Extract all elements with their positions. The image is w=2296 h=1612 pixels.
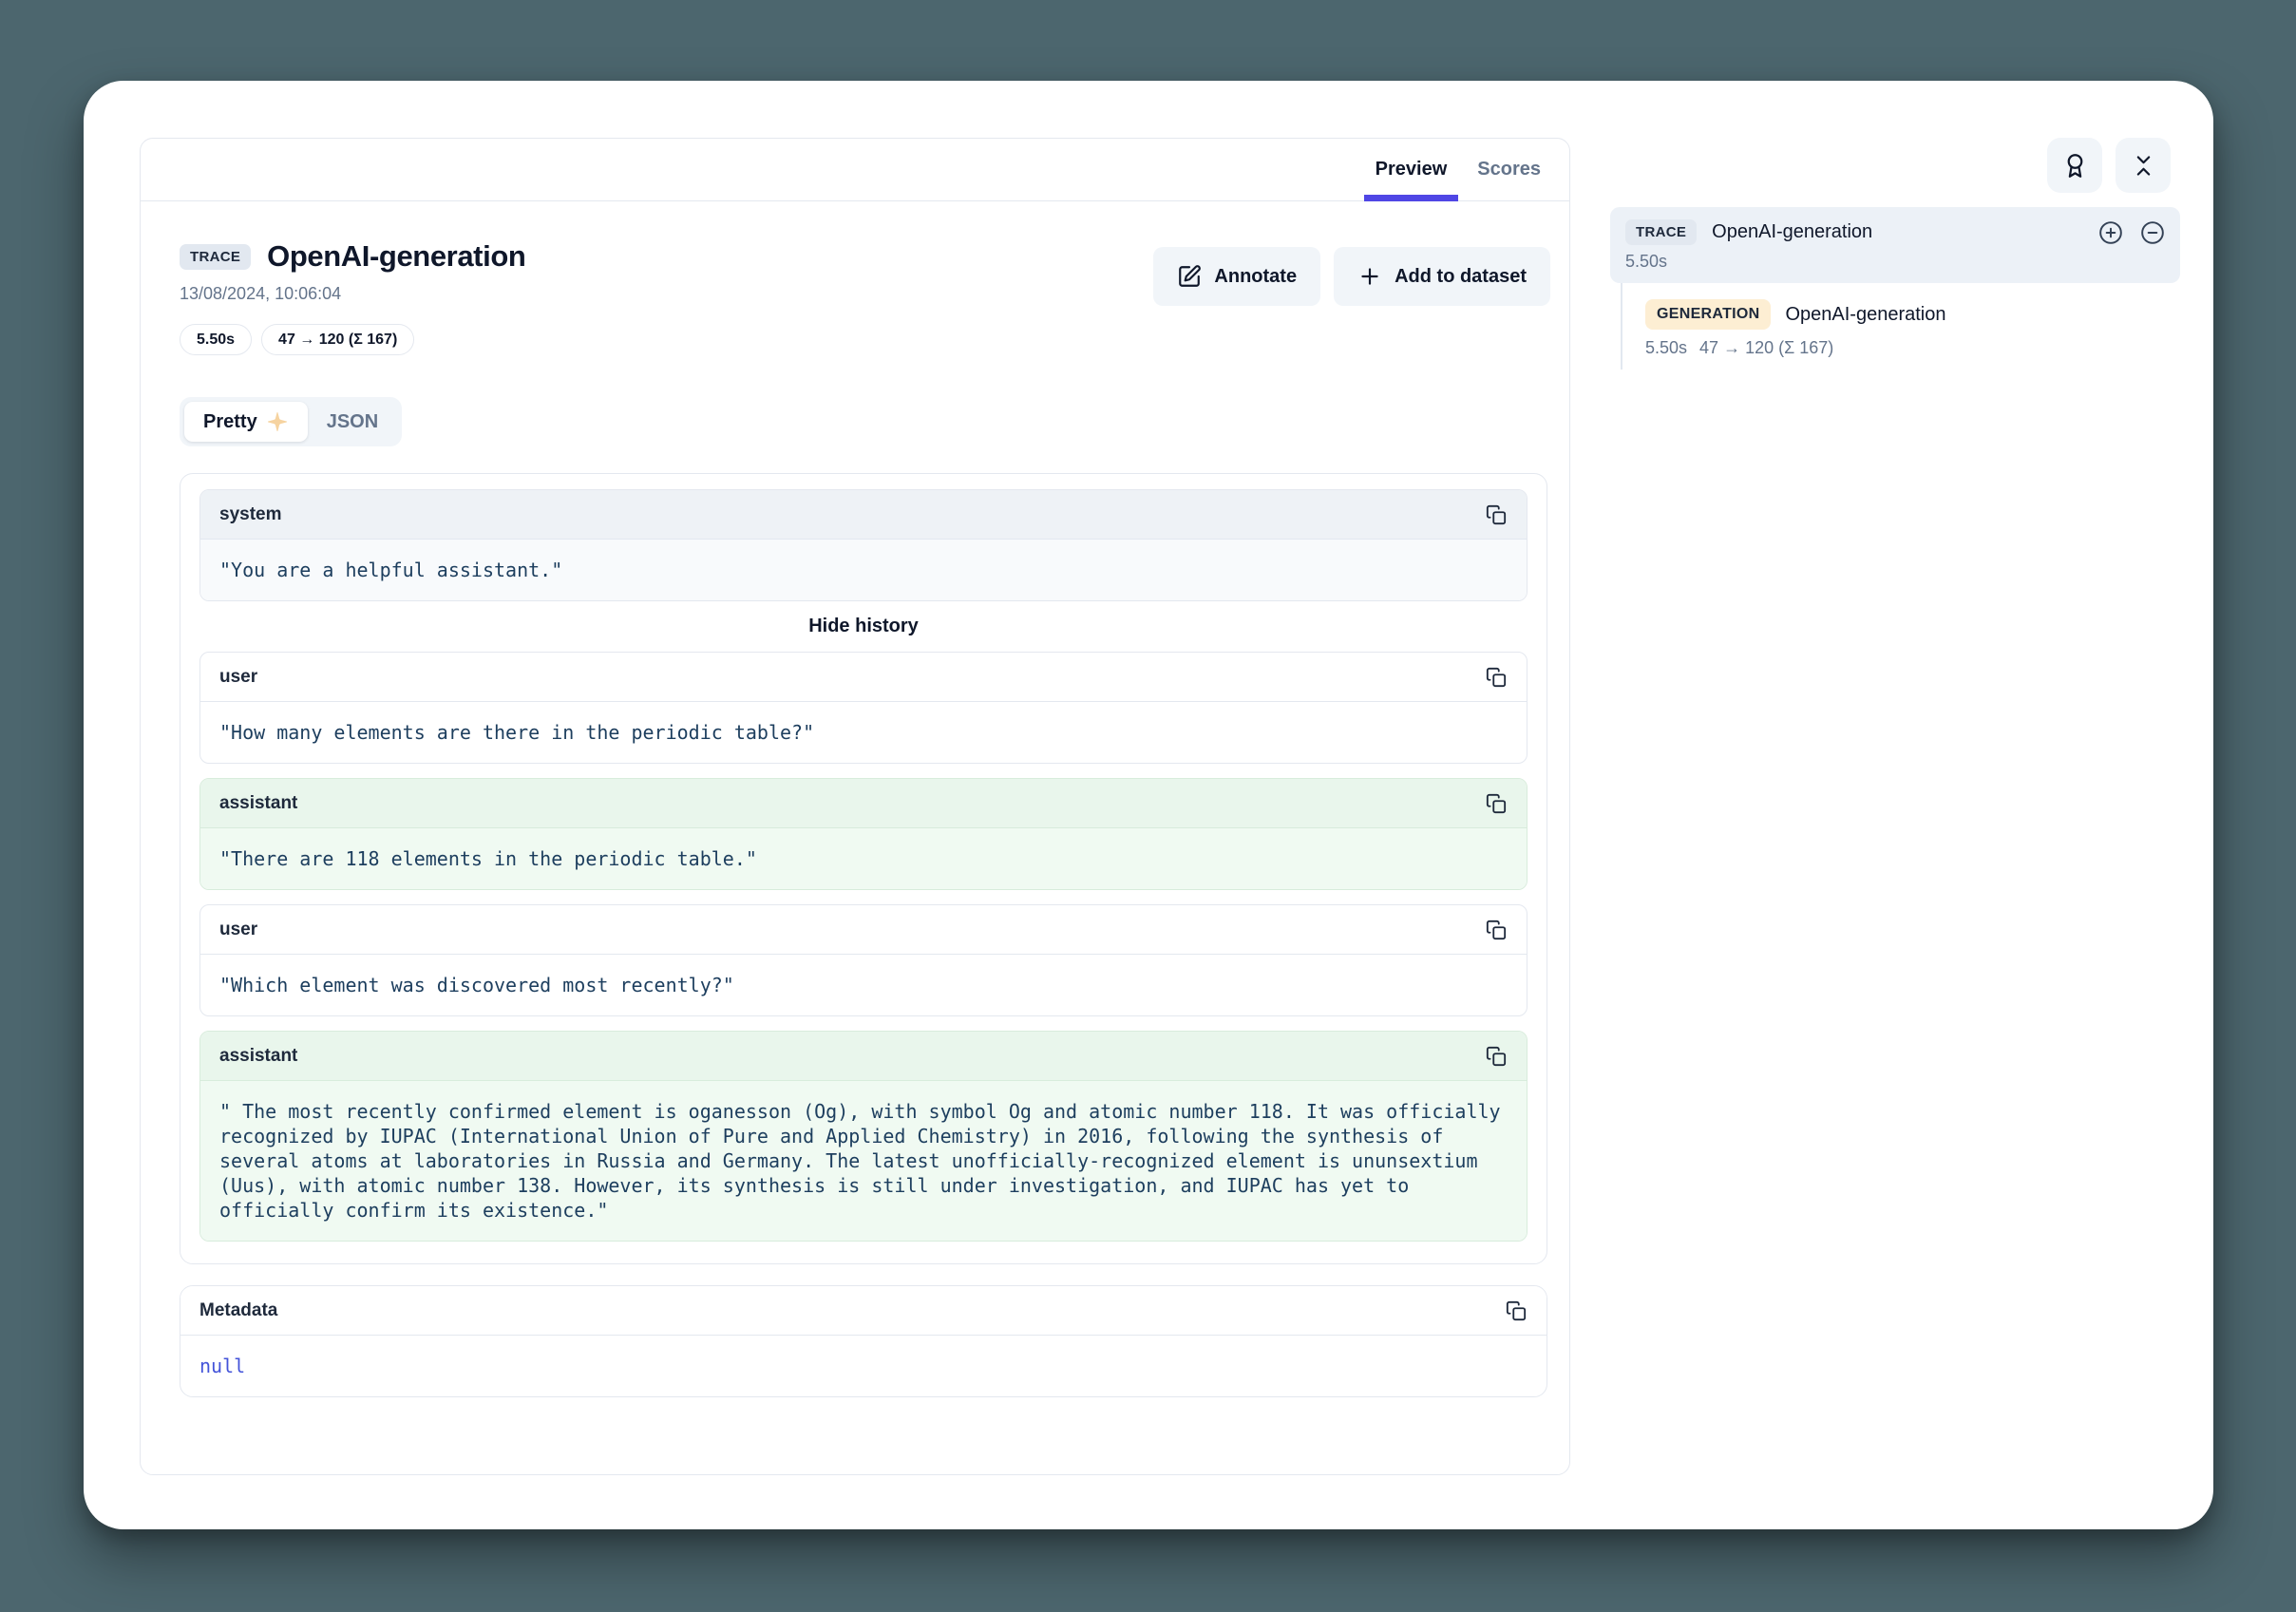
message-content: " The most recently confirmed element is… (200, 1081, 1527, 1241)
generation-type-badge: GENERATION (1645, 299, 1771, 330)
app-window: Preview Scores TRACE OpenAI-generation 1… (84, 81, 2213, 1529)
message-role-label: assistant (219, 1046, 297, 1067)
copy-message-button[interactable] (1479, 1039, 1513, 1073)
add-to-dataset-button[interactable]: Add to dataset (1334, 247, 1550, 306)
message-role-label: user (219, 920, 257, 940)
window-actions (2047, 138, 2171, 193)
message-role-label: assistant (219, 793, 297, 814)
plus-icon (1357, 264, 1382, 289)
message-block: system "You are a helpful assistant." (199, 489, 1528, 601)
message-content: "Which element was discovered most recen… (200, 955, 1527, 1015)
sparkles-icon (266, 410, 289, 433)
message-role-header: system (200, 490, 1527, 540)
message-content: "You are a helpful assistant." (200, 540, 1527, 600)
trace-actions: Annotate Add to dataset (1153, 247, 1550, 306)
tree-children: GENERATION OpenAI-generation 5.50s 47 → … (1621, 283, 2180, 370)
metadata-card: Metadata null (180, 1285, 1547, 1397)
hide-history-button[interactable]: Hide history (199, 616, 1528, 637)
observation-tree: TRACE OpenAI-generation 5.50s GENERATION… (1610, 207, 2180, 370)
annotate-button[interactable]: Annotate (1153, 247, 1320, 306)
message-block: user "How many elements are there in the… (199, 652, 1528, 764)
tab-preview[interactable]: Preview (1360, 139, 1463, 200)
copy-message-button[interactable] (1479, 913, 1513, 947)
metadata-value: null (180, 1336, 1546, 1396)
tree-node-trace[interactable]: TRACE OpenAI-generation 5.50s (1610, 207, 2180, 283)
tree-node-generation[interactable]: GENERATION OpenAI-generation 5.50s 47 → … (1645, 299, 2180, 358)
copy-icon (1486, 793, 1507, 814)
message-role-header: assistant (200, 1032, 1527, 1081)
award-ribbon-icon (2062, 153, 2088, 179)
copy-icon (1506, 1300, 1527, 1321)
tree-node-title: OpenAI-generation (1785, 304, 1945, 326)
tree-node-latency: 5.50s (1625, 252, 2165, 272)
message-block: user "Which element was discovered most … (199, 904, 1528, 1016)
panel-tabbar: Preview Scores (141, 139, 1569, 201)
json-label: JSON (327, 411, 378, 433)
trace-type-badge: TRACE (180, 244, 251, 270)
message-role-header: user (200, 905, 1527, 955)
messages-list: system "You are a helpful assistant." Hi… (199, 489, 1528, 1242)
generation-latency: 5.50s (1645, 338, 1687, 358)
chevrons-down-up-icon (2131, 153, 2156, 179)
expand-all-icon[interactable] (2098, 220, 2123, 245)
message-block: assistant "There are 118 elements in the… (199, 778, 1528, 890)
collapse-all-icon[interactable] (2140, 220, 2165, 245)
message-block: assistant " The most recently confirmed … (199, 1031, 1528, 1242)
token-usage-badge: 47 → 120 (Σ 167) (261, 324, 414, 355)
copy-icon (1486, 504, 1507, 525)
copy-metadata-button[interactable] (1499, 1294, 1533, 1328)
tab-scores[interactable]: Scores (1462, 139, 1556, 200)
message-role-header: assistant (200, 779, 1527, 828)
generation-tokens: 47 → 120 (Σ 167) (1699, 338, 1833, 358)
tree-node-title: OpenAI-generation (1712, 221, 2083, 243)
trace-timestamp: 13/08/2024, 10:06:04 (180, 284, 525, 304)
message-role-header: user (200, 653, 1527, 702)
toggle-json[interactable]: JSON (308, 403, 397, 442)
latency-badge: 5.50s (180, 324, 252, 355)
view-mode-toggle: Pretty JSON (180, 397, 402, 446)
pretty-label: Pretty (203, 411, 257, 433)
trace-info: TRACE OpenAI-generation 13/08/2024, 10:0… (180, 239, 525, 355)
io-preview-card: system "You are a helpful assistant." Hi… (180, 473, 1547, 1264)
message-role-label: system (219, 504, 282, 525)
copy-icon (1486, 667, 1507, 688)
message-content: "There are 118 elements in the periodic … (200, 828, 1527, 889)
copy-icon (1486, 1046, 1507, 1067)
page-title: OpenAI-generation (267, 239, 525, 274)
copy-message-button[interactable] (1479, 498, 1513, 532)
trace-type-badge: TRACE (1625, 219, 1697, 245)
metadata-label: Metadata (199, 1300, 277, 1321)
annotation-award-button[interactable] (2047, 138, 2102, 193)
trace-preview-screen: { "colors": { "background": "#4c666e", "… (0, 0, 2296, 1612)
copy-icon (1486, 920, 1507, 940)
collapse-panel-button[interactable] (2116, 138, 2171, 193)
copy-message-button[interactable] (1479, 787, 1513, 821)
copy-message-button[interactable] (1479, 660, 1513, 694)
message-role-label: user (219, 667, 257, 688)
toggle-pretty[interactable]: Pretty (184, 402, 308, 442)
annotate-label: Annotate (1214, 266, 1297, 288)
trace-preview-panel: Preview Scores TRACE OpenAI-generation 1… (140, 138, 1570, 1475)
message-content: "How many elements are there in the peri… (200, 702, 1527, 763)
add-to-dataset-label: Add to dataset (1395, 266, 1527, 288)
metadata-header: Metadata (180, 1286, 1546, 1336)
edit-pen-icon (1177, 264, 1202, 289)
